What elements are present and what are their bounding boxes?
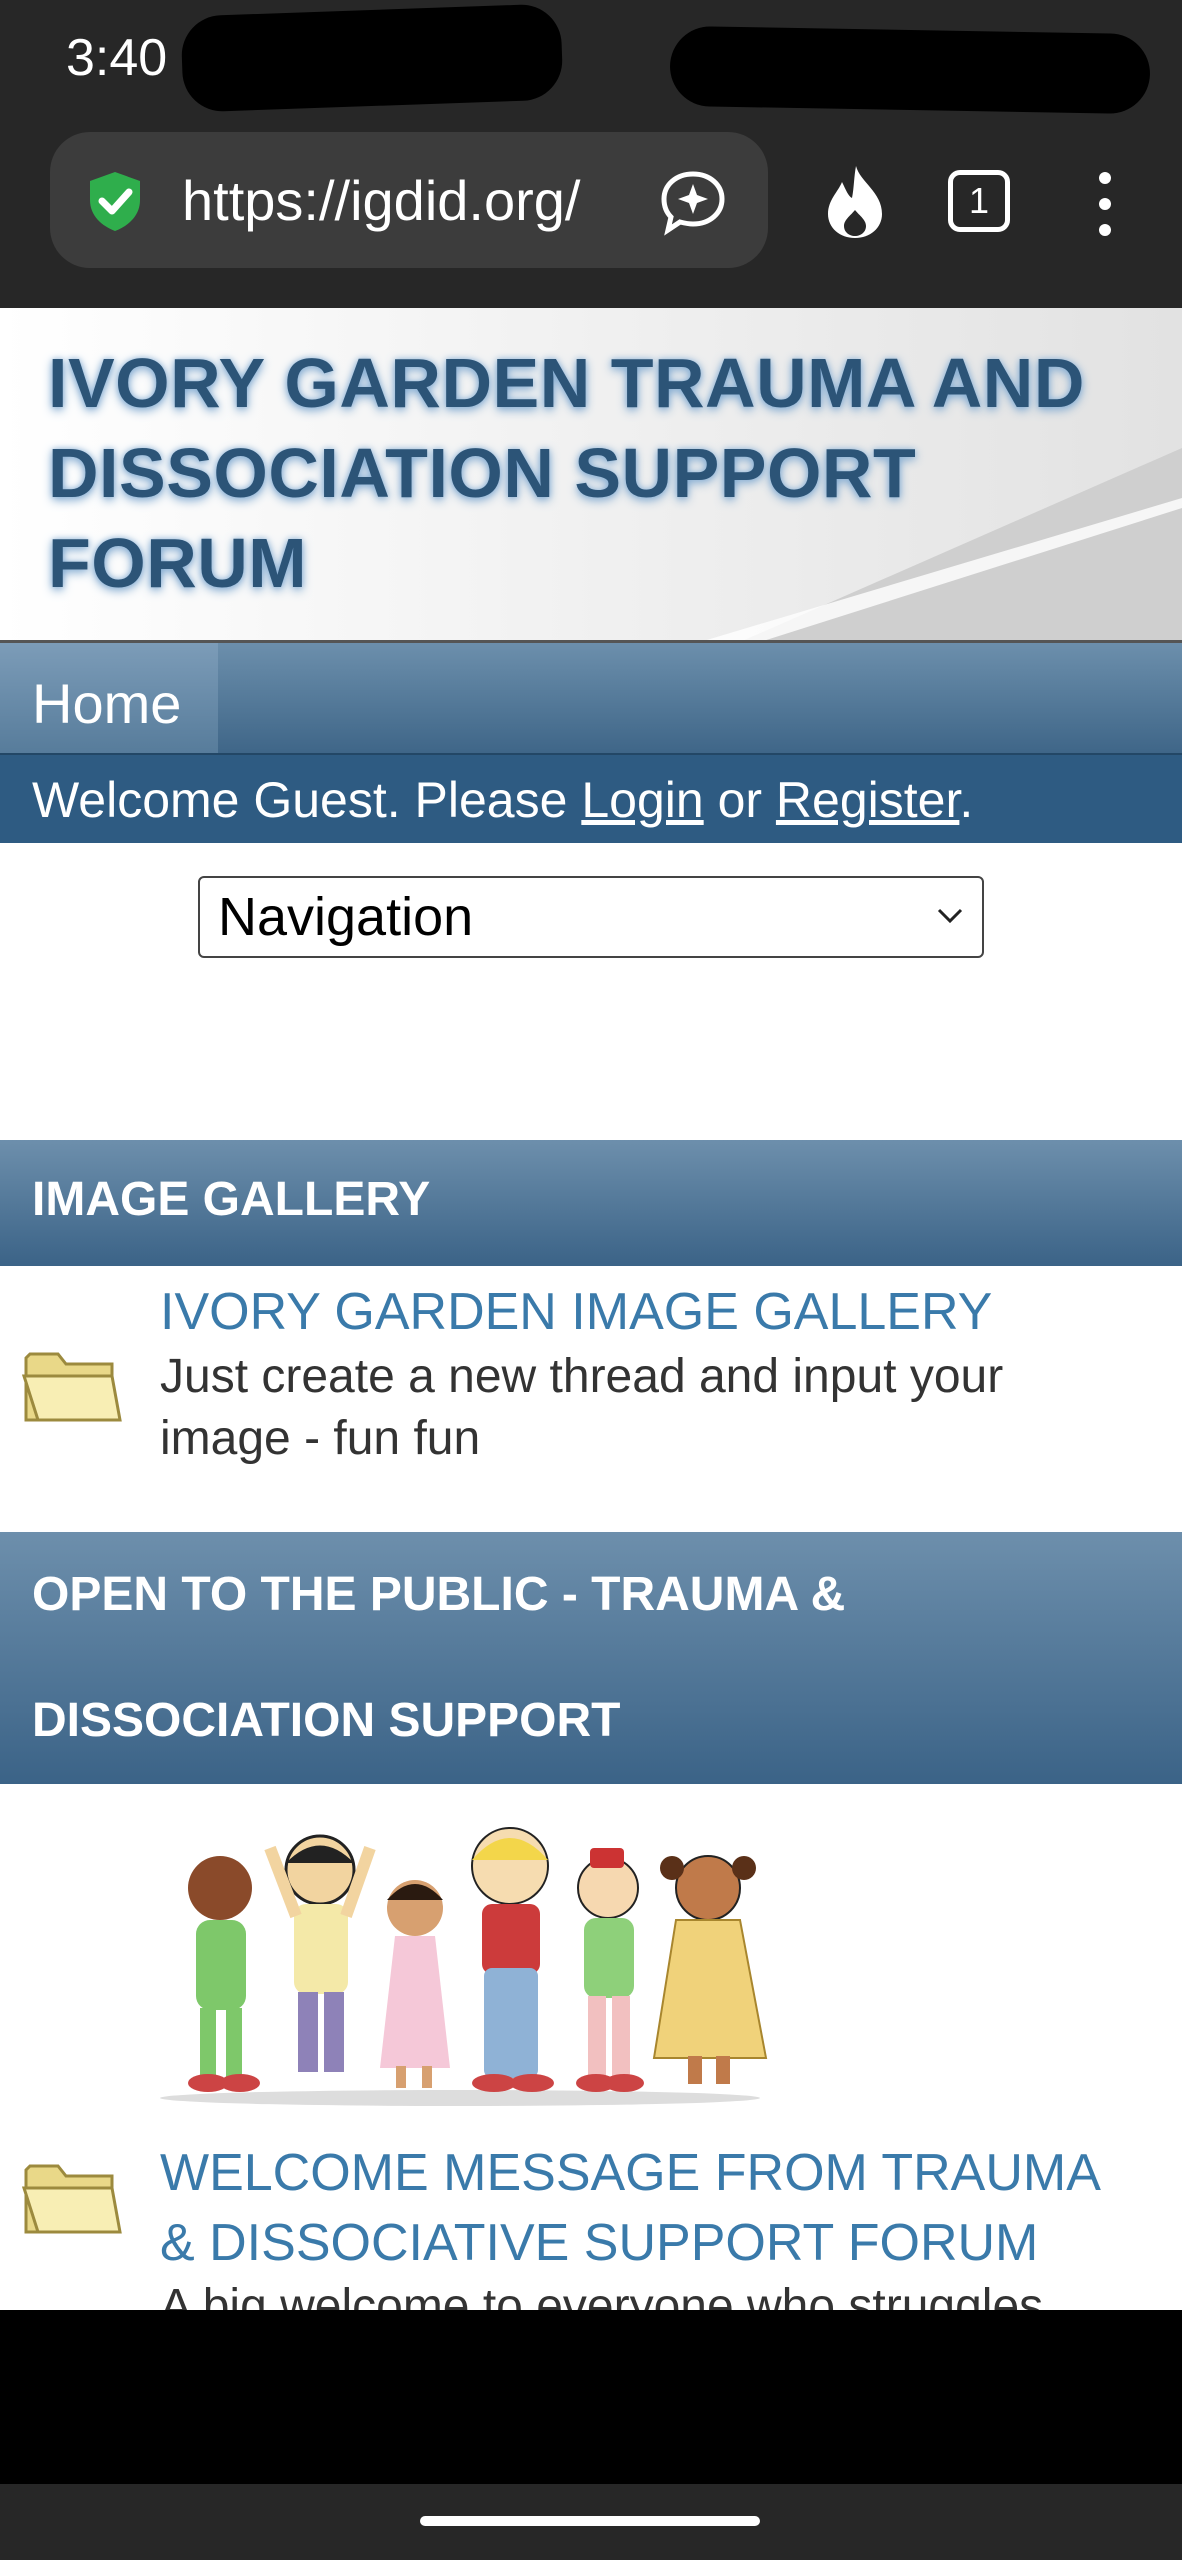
gesture-bar: [0, 2484, 1182, 2560]
home-gesture-handle[interactable]: [420, 2516, 760, 2526]
more-menu-icon[interactable]: [1090, 166, 1120, 246]
children-illustration: [160, 1827, 768, 2106]
forum-description: A big welcome to everyone who struggles: [160, 2280, 1044, 2310]
forum-title-line: WELCOME MESSAGE FROM TRAUMA: [160, 2144, 1101, 2202]
welcome-bar: Welcome Guest. Please Login or Register.: [0, 753, 1182, 843]
forum-link-image-gallery[interactable]: IVORY GARDEN IMAGE GALLERY: [160, 1282, 992, 1342]
forum-title-line: & DISSOCIATIVE SUPPORT FORUM: [160, 2214, 1039, 2272]
site-title[interactable]: IVORY GARDEN TRAUMA AND DISSOCIATION SUP…: [48, 338, 1148, 608]
welcome-suffix: .: [959, 772, 974, 828]
category-title-line: DISSOCIATION SUPPORT: [32, 1694, 621, 1747]
category-title-line: OPEN TO THE PUBLIC - TRAUMA &: [32, 1568, 846, 1621]
assistant-sparkle-icon[interactable]: [658, 166, 728, 236]
status-time: 3:40: [66, 29, 168, 87]
welcome-or: or: [703, 772, 776, 828]
tab-switcher-button[interactable]: 1: [948, 170, 1010, 232]
chevron-down-icon: [937, 908, 963, 924]
nav-home-link[interactable]: Home: [0, 643, 218, 753]
shield-check-icon[interactable]: [82, 168, 148, 234]
folder-icon: [21, 1352, 122, 1422]
register-link[interactable]: Register: [776, 772, 959, 828]
redaction-mark: [180, 3, 564, 113]
web-page: IVORY GARDEN TRAUMA AND DISSOCIATION SUP…: [0, 308, 1182, 2310]
url-text[interactable]: https://igdid.org/: [182, 168, 580, 233]
forum-description: Just create a new thread and input your …: [160, 1350, 1004, 1465]
address-bar[interactable]: https://igdid.org/: [50, 132, 768, 268]
forum-link-welcome-message[interactable]: WELCOME MESSAGE FROM TRAUMA & DISSOCIATI…: [160, 2138, 1101, 2278]
welcome-text: Welcome Guest. Please: [32, 772, 582, 828]
main-nav: Home: [0, 643, 1182, 753]
login-link[interactable]: Login: [581, 772, 703, 828]
flame-icon[interactable]: [820, 164, 890, 240]
folder-icon: [21, 2164, 122, 2234]
category-header-public-support[interactable]: OPEN TO THE PUBLIC - TRAUMA & DISSOCIATI…: [0, 1532, 1182, 1784]
forum-header: IVORY GARDEN TRAUMA AND DISSOCIATION SUP…: [0, 308, 1182, 642]
redaction-mark: [669, 25, 1151, 115]
navigation-select[interactable]: Navigation: [198, 876, 984, 958]
navigation-select-value: Navigation: [218, 887, 474, 947]
category-header-image-gallery[interactable]: IMAGE GALLERY: [0, 1140, 1182, 1266]
browser-chrome: 3:40 https://igdid.org/ 1: [0, 0, 1182, 308]
